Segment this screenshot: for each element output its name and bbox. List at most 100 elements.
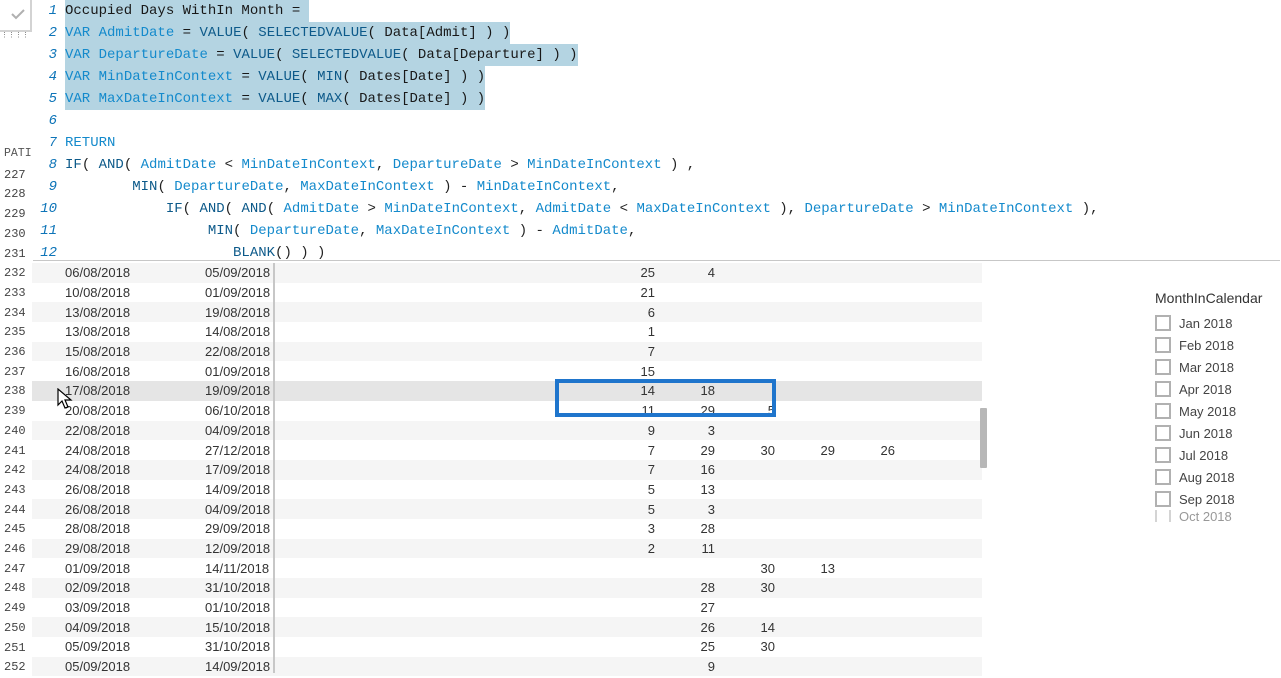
row-id: 235 bbox=[4, 323, 32, 343]
row-id: 245 bbox=[4, 520, 32, 540]
code-line[interactable]: 4VAR MinDateInContext = VALUE( MIN( Date… bbox=[33, 66, 1280, 88]
code-token: ( bbox=[342, 88, 359, 110]
slicer-item[interactable]: Feb 2018 bbox=[1155, 334, 1275, 356]
slicer-label: Jul 2018 bbox=[1179, 448, 1228, 463]
table-row[interactable]: 04/09/201815/10/20182614 bbox=[32, 617, 982, 637]
value-col-3: 5 bbox=[715, 403, 775, 418]
checkbox-icon[interactable] bbox=[1155, 469, 1171, 485]
table-row[interactable]: 13/08/201814/08/20181 bbox=[32, 322, 982, 342]
table-row[interactable]: 20/08/201806/10/201811295 bbox=[32, 401, 982, 421]
departure-date: 27/12/2018 bbox=[205, 443, 345, 458]
departure-date: 12/09/2018 bbox=[205, 541, 345, 556]
code-line[interactable]: 2VAR AdmitDate = VALUE( SELECTEDVALUE( D… bbox=[33, 22, 1280, 44]
table-row[interactable]: 16/08/201801/09/201815 bbox=[32, 361, 982, 381]
code-line[interactable]: 3VAR DepartureDate = VALUE( SELECTEDVALU… bbox=[33, 44, 1280, 66]
value-col-2: 9 bbox=[655, 659, 715, 674]
code-line[interactable]: 8IF( AND( AdmitDate < MinDateInContext, … bbox=[33, 154, 1280, 176]
data-table[interactable]: 06/08/201805/09/201825410/08/201801/09/2… bbox=[32, 263, 982, 676]
month-slicer[interactable]: MonthInCalendar Jan 2018Feb 2018Mar 2018… bbox=[1155, 290, 1275, 522]
checkbox-icon[interactable] bbox=[1155, 359, 1171, 375]
table-row[interactable]: 10/08/201801/09/201821 bbox=[32, 283, 982, 303]
table-row[interactable]: 02/09/201831/10/20182830 bbox=[32, 578, 982, 598]
table-row[interactable]: 05/09/201814/09/20189 bbox=[32, 657, 982, 677]
slicer-item[interactable]: May 2018 bbox=[1155, 400, 1275, 422]
slicer-item[interactable]: Oct 2018 bbox=[1155, 510, 1275, 522]
checkbox-icon[interactable] bbox=[1155, 447, 1171, 463]
slicer-item[interactable]: Jun 2018 bbox=[1155, 422, 1275, 444]
code-line[interactable]: 6 bbox=[33, 110, 1280, 132]
value-col-2: 25 bbox=[655, 639, 715, 654]
slicer-item[interactable]: Apr 2018 bbox=[1155, 378, 1275, 400]
slicer-item[interactable]: Jan 2018 bbox=[1155, 312, 1275, 334]
code-line[interactable]: 5VAR MaxDateInContext = VALUE( MAX( Date… bbox=[33, 88, 1280, 110]
departure-date: 22/08/2018 bbox=[205, 344, 345, 359]
table-row[interactable]: 26/08/201814/09/2018513 bbox=[32, 480, 982, 500]
code-token: SELECTEDVALUE bbox=[258, 22, 367, 44]
checkbox-icon[interactable] bbox=[1155, 510, 1171, 522]
formula-bar[interactable]: 1Occupied Days WithIn Month = 2VAR Admit… bbox=[33, 0, 1280, 261]
table-row[interactable]: 22/08/201804/09/201893 bbox=[32, 421, 982, 441]
table-row[interactable]: 13/08/201819/08/20186 bbox=[32, 302, 982, 322]
code-token: MinDateInContext bbox=[939, 198, 1073, 220]
slicer-label: May 2018 bbox=[1179, 404, 1236, 419]
code-line[interactable]: 7RETURN bbox=[33, 132, 1280, 154]
code-token: = bbox=[208, 44, 233, 66]
slicer-item[interactable]: Sep 2018 bbox=[1155, 488, 1275, 510]
code-token: MinDateInContext bbox=[242, 154, 376, 176]
departure-date: 29/09/2018 bbox=[205, 521, 345, 536]
code-token: AdmitDate bbox=[284, 198, 360, 220]
value-col-1: 5 bbox=[595, 482, 655, 497]
table-row[interactable]: 03/09/201801/10/201827 bbox=[32, 598, 982, 618]
table-row[interactable]: 24/08/201827/12/2018729302926 bbox=[32, 440, 982, 460]
checkbox-icon[interactable] bbox=[1155, 337, 1171, 353]
drag-handle[interactable]: ⋮⋮⋮⋮ bbox=[0, 30, 30, 38]
code-token: ( bbox=[241, 22, 258, 44]
code-line[interactable]: 12 BLANK() ) ) bbox=[33, 242, 1280, 264]
value-col-1: 2 bbox=[595, 541, 655, 556]
code-line[interactable]: 1Occupied Days WithIn Month = bbox=[33, 0, 1280, 22]
code-token: BLANK bbox=[233, 242, 275, 264]
table-row[interactable]: 15/08/201822/08/20187 bbox=[32, 342, 982, 362]
table-row[interactable]: 06/08/201805/09/2018254 bbox=[32, 263, 982, 283]
checkbox-icon[interactable] bbox=[1155, 315, 1171, 331]
scrollbar-thumb[interactable] bbox=[980, 408, 987, 468]
departure-date: 06/10/2018 bbox=[205, 403, 345, 418]
code-token: VAR bbox=[65, 88, 90, 110]
code-token: = bbox=[292, 0, 309, 22]
row-id: 248 bbox=[4, 579, 32, 599]
row-id: 233 bbox=[4, 284, 32, 304]
code-token: ), bbox=[1073, 198, 1098, 220]
slicer-item[interactable]: Mar 2018 bbox=[1155, 356, 1275, 378]
code-token: DepartureDate bbox=[174, 176, 283, 198]
table-row[interactable]: 01/09/201814/11/20183013 bbox=[32, 558, 982, 578]
code-token: MAX bbox=[317, 88, 342, 110]
value-col-3: 30 bbox=[715, 639, 775, 654]
code-token: = bbox=[174, 22, 199, 44]
code-token: > bbox=[914, 198, 939, 220]
departure-date: 19/08/2018 bbox=[205, 305, 345, 320]
code-token: Occupied Days WithIn Month bbox=[65, 0, 292, 22]
code-token bbox=[90, 66, 98, 88]
checkbox-icon[interactable] bbox=[1155, 381, 1171, 397]
table-row[interactable]: 24/08/201817/09/2018716 bbox=[32, 460, 982, 480]
slicer-label: Apr 2018 bbox=[1179, 382, 1232, 397]
checkbox-icon[interactable] bbox=[1155, 403, 1171, 419]
admit-date: 17/08/2018 bbox=[35, 383, 205, 398]
table-row[interactable]: 05/09/201831/10/20182530 bbox=[32, 637, 982, 657]
slicer-item[interactable]: Aug 2018 bbox=[1155, 466, 1275, 488]
code-line[interactable]: 10 IF( AND( AND( AdmitDate > MinDateInCo… bbox=[33, 198, 1280, 220]
table-row[interactable]: 17/08/201819/09/20181418 bbox=[32, 381, 982, 401]
code-line[interactable]: 11 MIN( DepartureDate, MaxDateInContext … bbox=[33, 220, 1280, 242]
code-token: , bbox=[628, 220, 636, 242]
code-line[interactable]: 9 MIN( DepartureDate, MaxDateInContext )… bbox=[33, 176, 1280, 198]
table-row[interactable]: 26/08/201804/09/201853 bbox=[32, 499, 982, 519]
checkbox-icon[interactable] bbox=[1155, 425, 1171, 441]
checkbox-icon[interactable] bbox=[1155, 491, 1171, 507]
table-row[interactable]: 29/08/201812/09/2018211 bbox=[32, 539, 982, 559]
code-token: Dates[Date] bbox=[359, 66, 451, 88]
value-col-4: 13 bbox=[775, 561, 835, 576]
line-number: 6 bbox=[33, 110, 57, 132]
slicer-item[interactable]: Jul 2018 bbox=[1155, 444, 1275, 466]
value-col-1: 7 bbox=[595, 344, 655, 359]
table-row[interactable]: 28/08/201829/09/2018328 bbox=[32, 519, 982, 539]
